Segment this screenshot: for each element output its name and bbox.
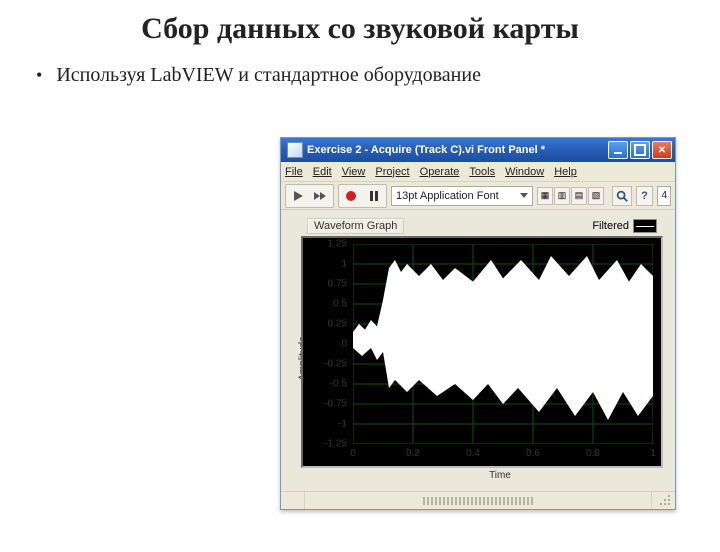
x-tick-label: 0.4	[466, 448, 480, 459]
menu-project[interactable]: Project	[375, 166, 409, 178]
app-icon	[287, 142, 303, 158]
help-icon[interactable]: ?	[636, 186, 654, 206]
chevron-down-icon	[520, 193, 528, 198]
y-tick-label: 0	[341, 339, 347, 350]
statusbar	[281, 491, 675, 509]
legend-text: Filtered	[592, 220, 629, 232]
toolbar: 13pt Application Font ▦ ▥ ▤ ▧ ? 4	[281, 182, 675, 210]
menu-window[interactable]: Window	[505, 166, 544, 178]
bullet-list: • Используя LabVIEW и стандартное оборуд…	[0, 64, 720, 87]
font-selector-label: 13pt Application Font	[396, 190, 499, 202]
resize-grip[interactable]	[651, 492, 675, 509]
front-panel: Waveform Graph Filtered Amplitude -1.25-…	[281, 210, 675, 491]
font-selector[interactable]: 13pt Application Font	[391, 186, 533, 206]
y-tick-label: 1.25	[328, 239, 347, 250]
labview-window: Exercise 2 - Acquire (Track C).vi Front …	[280, 137, 676, 510]
y-tick-label: -1	[338, 419, 347, 430]
x-tick-label: 0.2	[406, 448, 420, 459]
window-title: Exercise 2 - Acquire (Track C).vi Front …	[307, 144, 606, 156]
menubar: File Edit View Project Operate Tools Win…	[281, 162, 675, 182]
graph-legend[interactable]: Filtered	[588, 218, 661, 234]
menu-edit[interactable]: Edit	[313, 166, 332, 178]
titlebar[interactable]: Exercise 2 - Acquire (Track C).vi Front …	[281, 138, 675, 162]
abort-button[interactable]	[340, 186, 362, 206]
x-axis-label: Time	[335, 470, 665, 481]
x-tick-label: 0.6	[526, 448, 540, 459]
close-button[interactable]	[652, 141, 672, 159]
waveform-graph[interactable]: -1.25 -1 -0.75 -0.5 -0.25 0 0.25 0.5 0.75 1 1.25 0…	[301, 236, 663, 468]
x-tick-label: 0	[350, 448, 356, 459]
y-tick-label: 0.25	[328, 319, 347, 330]
frame-index[interactable]: 4	[657, 186, 671, 206]
x-tick-label: 0.8	[586, 448, 600, 459]
y-tick-label: -0.25	[324, 359, 347, 370]
y-tick-label: 1	[341, 259, 347, 270]
bullet-text: Используя LabVIEW и стандартное оборудов…	[56, 64, 481, 87]
resize-button[interactable]: ▤	[571, 187, 587, 205]
scrollbar[interactable]	[305, 492, 651, 509]
align-button[interactable]: ▦	[537, 187, 553, 205]
menu-file[interactable]: File	[285, 166, 303, 178]
distribute-button[interactable]: ▥	[554, 187, 570, 205]
bullet-dot-icon: •	[36, 66, 42, 84]
maximize-button[interactable]	[630, 141, 650, 159]
search-icon[interactable]	[612, 186, 632, 206]
menu-view[interactable]: View	[342, 166, 366, 178]
run-button[interactable]	[287, 186, 309, 206]
y-tick-label: -0.5	[330, 379, 347, 390]
y-tick-label: -1.25	[324, 439, 347, 450]
legend-swatch-icon	[633, 219, 657, 233]
y-tick-label: 0.5	[333, 299, 347, 310]
slide-title: Сбор данных со звуковой карты	[0, 12, 720, 46]
y-tick-label: 0.75	[328, 279, 347, 290]
reorder-button[interactable]: ▧	[588, 187, 604, 205]
menu-tools[interactable]: Tools	[469, 166, 495, 178]
graph-label: Waveform Graph	[307, 218, 404, 234]
run-continuous-button[interactable]	[310, 186, 332, 206]
x-tick-label: 1	[650, 448, 656, 459]
pause-button[interactable]	[363, 186, 385, 206]
scroll-left-button[interactable]	[281, 492, 305, 509]
minimize-button[interactable]	[608, 141, 628, 159]
menu-operate[interactable]: Operate	[420, 166, 460, 178]
y-tick-label: -0.75	[324, 399, 347, 410]
menu-help[interactable]: Help	[554, 166, 577, 178]
